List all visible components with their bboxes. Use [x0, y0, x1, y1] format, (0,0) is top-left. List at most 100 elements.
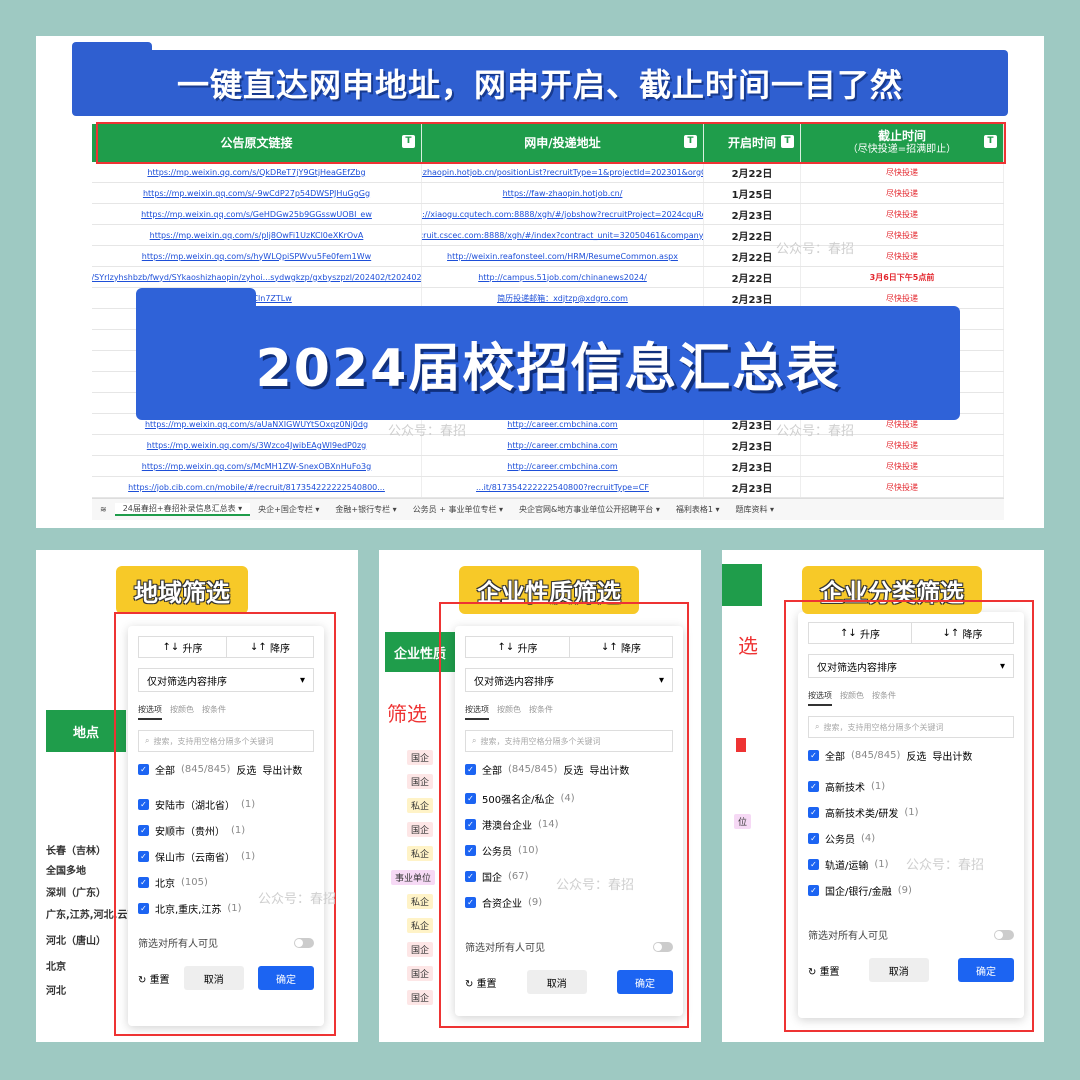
apply-cell[interactable]: http://campus.51job.com/chinanews2024/ — [422, 267, 704, 287]
checkbox-checked-icon[interactable]: ✓ — [465, 792, 476, 804]
apply-cell[interactable]: aw-zhaopin.hotjob.cn/positionList?recrui… — [422, 162, 704, 182]
list-item[interactable]: ✓ 500强名企/私企 (4) — [465, 785, 673, 811]
apply-cell[interactable]: https://faw-zhaopin.hotjob.cn/ — [422, 183, 704, 203]
list-item[interactable]: ✓ 港澳台企业 (14) — [465, 811, 673, 837]
search-input[interactable]: ⌕ 搜索，支持用空格分隔多个关键词 — [808, 716, 1014, 738]
sort-desc-button[interactable]: ↓↑ 降序 — [569, 637, 672, 657]
sort-scope-select[interactable]: 仅对筛选内容排序 ▾ — [808, 654, 1014, 678]
checkbox-checked-icon[interactable]: ✓ — [138, 902, 149, 914]
list-item[interactable]: ✓ 国企/银行/金融 (9) — [808, 877, 1014, 903]
list-item[interactable]: ✓ 安陆市（湖北省） (1) — [138, 791, 314, 817]
tab-by-color[interactable]: 按颜色 — [497, 704, 521, 720]
export-count-button[interactable]: 导出计数 — [262, 762, 302, 777]
invert-button[interactable]: 反选 — [906, 748, 926, 763]
tab-by-condition[interactable]: 按条件 — [529, 704, 553, 720]
cancel-button[interactable]: 取消 — [526, 970, 587, 994]
list-item[interactable]: ✓ 安顺市（贵州） (1) — [138, 817, 314, 843]
link-cell[interactable]: https://job.cib.com.cn/mobile/#/recruit/… — [92, 477, 422, 497]
filter-icon[interactable]: T — [984, 135, 997, 148]
apply-cell[interactable]: http://career.cmbchina.com — [422, 456, 704, 476]
tab-by-color[interactable]: 按颜色 — [840, 690, 864, 706]
header-open[interactable]: 开启时间 T — [704, 124, 801, 162]
sort-desc-button[interactable]: ↓↑ 降序 — [911, 623, 1013, 643]
checkbox-checked-icon[interactable]: ✓ — [808, 858, 819, 870]
checkbox-checked-icon[interactable]: ✓ — [465, 870, 476, 882]
link-cell[interactable]: https://mp.weixin.qq.com/s/plj8OwFi1UzKC… — [92, 225, 422, 245]
list-item[interactable]: ✓ 保山市（云南省） (1) — [138, 843, 314, 869]
sheet-tab[interactable]: 题库资料 ▾ — [728, 504, 783, 515]
sort-desc-button[interactable]: ↓↑ 降序 — [226, 637, 313, 657]
tab-by-condition[interactable]: 按条件 — [202, 704, 226, 720]
export-count-button[interactable]: 导出计数 — [932, 748, 972, 763]
checkbox-checked-icon[interactable]: ✓ — [465, 896, 476, 908]
checkbox-checked-icon[interactable]: ✓ — [808, 884, 819, 896]
filter-icon[interactable]: T — [402, 135, 415, 148]
header-link[interactable]: 公告原文链接 T — [92, 124, 422, 162]
link-cell[interactable]: https://mp.weixin.qq.com/s/hyWLQpiSPWvu5… — [92, 246, 422, 266]
filter-icon[interactable]: T — [781, 135, 794, 148]
sort-scope-select[interactable]: 仅对筛选内容排序 ▾ — [138, 668, 314, 692]
sort-asc-button[interactable]: ↑↓ 升序 — [809, 623, 911, 643]
search-input[interactable]: ⌕ 搜索，支持用空格分隔多个关键词 — [138, 730, 314, 752]
ok-button[interactable]: 确定 — [258, 966, 314, 990]
checkbox-checked-icon[interactable]: ✓ — [138, 764, 149, 775]
select-all-row[interactable]: ✓ 全部 (845/845) 反选 导出计数 — [808, 748, 1014, 763]
checkbox-checked-icon[interactable]: ✓ — [808, 832, 819, 844]
sort-asc-button[interactable]: ↑↓ 升序 — [466, 637, 569, 657]
ok-button[interactable]: 确定 — [958, 958, 1014, 982]
link-cell[interactable]: https://mp.weixin.qq.com/s/QkDReT7jY9Gtj… — [92, 162, 422, 182]
checkbox-checked-icon[interactable]: ✓ — [138, 798, 149, 810]
header-apply[interactable]: 网申/投递地址 T — [422, 124, 704, 162]
checkbox-checked-icon[interactable]: ✓ — [138, 824, 149, 836]
tab-by-option[interactable]: 按选项 — [465, 704, 489, 720]
apply-cell[interactable]: 简历投递邮箱：xdjtzp@xdgro.com — [422, 288, 704, 308]
sheet-tab[interactable]: 金融+银行专栏 ▾ — [327, 504, 404, 515]
header-deadline[interactable]: 截止时间 （尽快投递=招满即止） T — [801, 124, 1004, 162]
checkbox-checked-icon[interactable]: ✓ — [808, 750, 819, 761]
link-cell[interactable]: https://mp.weixin.qq.com/s/-9wCdP27p54DW… — [92, 183, 422, 203]
tab-by-condition[interactable]: 按条件 — [872, 690, 896, 706]
visibility-toggle[interactable] — [653, 941, 673, 952]
sheet-tab[interactable]: 央企官网&地方事业单位公开招聘平台 ▾ — [511, 504, 668, 515]
reset-button[interactable]: ↻ 重置 — [465, 975, 497, 990]
list-item[interactable]: ✓ 公务员 (4) — [808, 825, 1014, 851]
link-cell[interactable]: https://mp.weixin.qq.com/s/McMH1ZW-SnexO… — [92, 456, 422, 476]
link-cell[interactable]: /SYrlzyhshbzb/fwyd/SYkaoshizhaopin/zyhoi… — [92, 267, 422, 287]
tab-by-option[interactable]: 按选项 — [808, 690, 832, 706]
apply-cell[interactable]: ...it/817354222222540800?recruitType=CF — [422, 477, 704, 497]
cancel-button[interactable]: 取消 — [183, 966, 244, 990]
sheet-tab[interactable]: 24届春招+春招补录信息汇总表 ▾ — [114, 503, 251, 516]
invert-button[interactable]: 反选 — [236, 762, 256, 777]
sheet-tab[interactable]: 福利表格1 ▾ — [668, 504, 728, 515]
tab-by-option[interactable]: 按选项 — [138, 704, 162, 720]
visibility-toggle[interactable] — [294, 937, 314, 948]
select-all-row[interactable]: ✓ 全部 (845/845) 反选 导出计数 — [138, 762, 314, 777]
sort-asc-button[interactable]: ↑↓ 升序 — [139, 637, 226, 657]
reset-button[interactable]: ↻ 重置 — [808, 963, 840, 978]
apply-cell[interactable]: http://xiaogu.cqutech.com:8888/xgh/#/job… — [422, 204, 704, 224]
sheet-tab[interactable]: 公务员 + 事业单位专栏 ▾ — [405, 504, 511, 515]
visibility-toggle[interactable] — [994, 929, 1014, 940]
checkbox-checked-icon[interactable]: ✓ — [808, 806, 819, 818]
sheet-tab[interactable]: 央企+国企专栏 ▾ — [250, 504, 327, 515]
checkbox-checked-icon[interactable]: ✓ — [465, 818, 476, 830]
layers-icon[interactable]: ≋ — [92, 505, 115, 514]
checkbox-checked-icon[interactable]: ✓ — [465, 764, 476, 775]
list-item[interactable]: ✓ 公务员 (10) — [465, 837, 673, 863]
export-count-button[interactable]: 导出计数 — [589, 762, 629, 777]
link-cell[interactable]: https://mp.weixin.qq.com/s/GeHDGw25b9GGs… — [92, 204, 422, 224]
checkbox-checked-icon[interactable]: ✓ — [138, 850, 149, 862]
checkbox-checked-icon[interactable]: ✓ — [138, 876, 149, 888]
sort-scope-select[interactable]: 仅对筛选内容排序 ▾ — [465, 668, 673, 692]
checkbox-checked-icon[interactable]: ✓ — [465, 844, 476, 856]
apply-cell[interactable]: http://weixin.reafonsteel.com/HRM/Resume… — [422, 246, 704, 266]
list-item[interactable]: ✓ 高新技术 (1) — [808, 773, 1014, 799]
link-cell[interactable]: https://mp.weixin.qq.com/s/3Wzco4JwibEAg… — [92, 435, 422, 455]
apply-cell[interactable]: s://recruit.cscec.com:8888/xgh/#/index?c… — [422, 225, 704, 245]
ok-button[interactable]: 确定 — [617, 970, 673, 994]
checkbox-checked-icon[interactable]: ✓ — [808, 780, 819, 792]
list-item[interactable]: ✓ 高新技术类/研发 (1) — [808, 799, 1014, 825]
search-input[interactable]: ⌕ 搜索，支持用空格分隔多个关键词 — [465, 730, 673, 752]
select-all-row[interactable]: ✓ 全部 (845/845) 反选 导出计数 — [465, 762, 673, 777]
filter-icon[interactable]: T — [684, 135, 697, 148]
